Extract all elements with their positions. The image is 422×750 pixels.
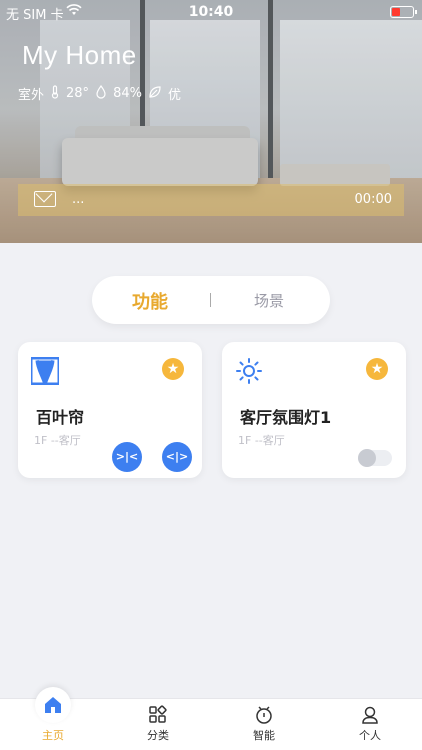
toggle-knob xyxy=(358,449,376,467)
device-location: 1F --客厅 xyxy=(34,434,81,447)
weather-label: 室外 xyxy=(18,88,45,103)
light-toggle[interactable] xyxy=(358,449,392,467)
tab-functions[interactable]: 功能 xyxy=(132,288,168,314)
battery-icon xyxy=(390,6,417,18)
favorite-star-icon[interactable]: ★ xyxy=(366,358,388,380)
nav-label: 分类 xyxy=(147,729,169,742)
home-icon xyxy=(45,697,61,713)
tab-switcher: 功能 场景 xyxy=(92,276,330,324)
home-title[interactable]: My Home xyxy=(22,40,137,71)
device-name: 百叶帘 xyxy=(36,408,85,427)
device-card-curtain[interactable]: ★ 百叶帘 1F --客厅 >|< <|> xyxy=(18,342,202,478)
message-text: ... xyxy=(72,192,85,207)
device-name: 客厅氛围灯1 xyxy=(240,408,332,427)
humidity-icon xyxy=(95,84,107,102)
tab-divider xyxy=(210,293,211,307)
curtain-close-button[interactable]: >|< xyxy=(112,442,142,472)
curtain-open-button[interactable]: <|> xyxy=(162,442,192,472)
nav-label: 个人 xyxy=(359,729,381,742)
mail-icon xyxy=(34,191,56,207)
category-icon xyxy=(149,705,167,723)
person-icon xyxy=(362,706,378,724)
home-bubble xyxy=(35,687,71,723)
message-time: 00:00 xyxy=(354,192,392,207)
status-time: 10:40 xyxy=(188,4,234,20)
device-card-light[interactable]: ★ 客厅氛围灯1 1F --客厅 xyxy=(222,342,406,478)
favorite-star-icon[interactable]: ★ xyxy=(162,358,184,380)
thermometer-icon xyxy=(50,85,60,102)
light-icon xyxy=(236,358,262,384)
tab-scenes[interactable]: 场景 xyxy=(254,290,284,311)
nav-label: 智能 xyxy=(253,729,275,742)
air-quality-value: 优 xyxy=(167,88,181,103)
humidity-value: 84% xyxy=(113,86,142,101)
nav-label: 主页 xyxy=(42,729,64,742)
smart-icon xyxy=(256,706,272,724)
curtain-icon xyxy=(31,357,59,385)
bottom-nav: 主页 分类 智能 个人 xyxy=(0,687,422,750)
weather-row: 室外 28° 84% 优 xyxy=(18,84,181,103)
temperature-value: 28° xyxy=(66,86,90,101)
status-bar: 无 SIM 卡 10:40 xyxy=(0,0,422,24)
leaf-icon xyxy=(148,85,162,102)
message-bar[interactable]: ... 00:00 xyxy=(18,184,404,216)
device-location: 1F --客厅 xyxy=(238,434,285,447)
